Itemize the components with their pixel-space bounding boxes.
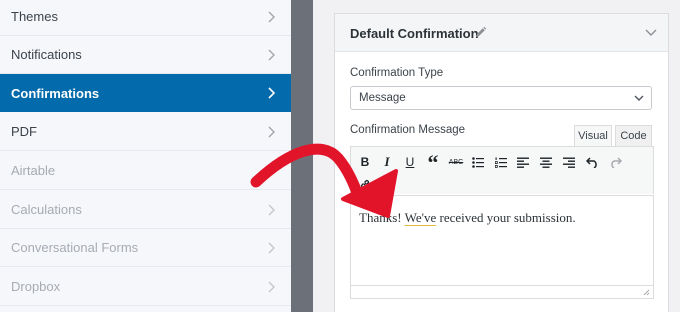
sidebar-item-label: Airtable <box>11 163 56 178</box>
message-editor[interactable]: Thanks! We've received your submission. <box>350 195 654 286</box>
editor-toolbar: B I U “ ABC <box>350 146 654 194</box>
sidebar-item-dropbox[interactable]: Dropbox <box>0 268 291 306</box>
sidebar-item-label: Confirmations <box>11 85 100 101</box>
sidebar-item-label: Themes <box>11 9 58 24</box>
strikethrough-icon[interactable]: ABC <box>447 153 465 171</box>
sidebar-item-calculations[interactable]: Calculations <box>0 191 291 229</box>
sidebar-item-label: Conversational Forms <box>11 240 139 255</box>
sidebar-item-themes[interactable]: Themes <box>0 0 291 36</box>
editor-text-end: received your submission. <box>436 210 576 225</box>
chevron-right-icon <box>268 204 275 216</box>
sidebar-item-label: PDF <box>11 124 37 139</box>
undo-icon[interactable] <box>583 153 601 171</box>
confirmation-message-label: Confirmation Message <box>350 124 466 136</box>
chevron-down-icon <box>634 95 644 101</box>
sidebar-item-label: Notifications <box>11 47 82 62</box>
confirmation-type-label: Confirmation Type <box>350 67 444 79</box>
confirmation-type-value: Message <box>359 92 406 104</box>
resize-grip-icon[interactable] <box>643 289 650 296</box>
align-right-icon[interactable] <box>560 153 578 171</box>
bold-icon[interactable]: B <box>356 153 374 171</box>
italic-icon[interactable]: I <box>378 153 396 171</box>
confirmation-panel: Default Confirmation Confirmation Type M… <box>334 13 669 312</box>
sidebar-item-label: Dropbox <box>11 279 61 294</box>
confirmation-type-select[interactable]: Message <box>350 86 652 110</box>
sidebar-item-confirmations[interactable]: Confirmations <box>0 74 291 112</box>
tab-visual[interactable]: Visual <box>574 125 612 147</box>
chevron-right-icon <box>268 281 275 293</box>
bullet-list-icon[interactable] <box>469 153 487 171</box>
spellcheck-flagged-word: We've <box>404 210 437 225</box>
smart-tags-icon[interactable] <box>378 175 396 193</box>
editor-text-start: Thanks! <box>359 210 405 225</box>
sidebar-item-label: Calculations <box>11 202 82 217</box>
sidebar-item-conversational-forms[interactable]: Conversational Forms <box>0 229 291 267</box>
settings-sidebar: Themes Notifications Confirmations PDF A… <box>0 0 291 312</box>
blockquote-icon[interactable]: “ <box>424 152 442 174</box>
align-left-icon[interactable] <box>514 153 532 171</box>
chevron-right-icon <box>268 11 275 23</box>
chevron-right-icon <box>268 87 275 99</box>
chevron-right-icon <box>268 165 275 177</box>
chevron-down-icon[interactable] <box>645 29 657 37</box>
sidebar-item-airtable[interactable]: Airtable <box>0 152 291 190</box>
align-center-icon[interactable] <box>537 153 555 171</box>
chevron-right-icon <box>268 126 275 138</box>
chevron-right-icon <box>268 49 275 61</box>
pencil-icon[interactable] <box>474 26 487 39</box>
main-content: Default Confirmation Confirmation Type M… <box>313 0 680 312</box>
sidebar-item-pdf[interactable]: PDF <box>0 113 291 151</box>
panel-header[interactable]: Default Confirmation <box>335 14 668 52</box>
link-icon[interactable] <box>356 175 374 193</box>
chevron-right-icon <box>268 242 275 254</box>
divider-band <box>291 0 313 312</box>
editor-content: Thanks! We've received your submission. <box>359 210 576 226</box>
underline-icon[interactable]: U <box>401 153 419 171</box>
editor-statusbar <box>350 286 654 299</box>
numbered-list-icon[interactable] <box>492 153 510 171</box>
redo-icon[interactable] <box>606 153 624 171</box>
sidebar-item-notifications[interactable]: Notifications <box>0 36 291 74</box>
panel-title: Default Confirmation <box>350 26 479 41</box>
tab-code[interactable]: Code <box>615 125 652 147</box>
